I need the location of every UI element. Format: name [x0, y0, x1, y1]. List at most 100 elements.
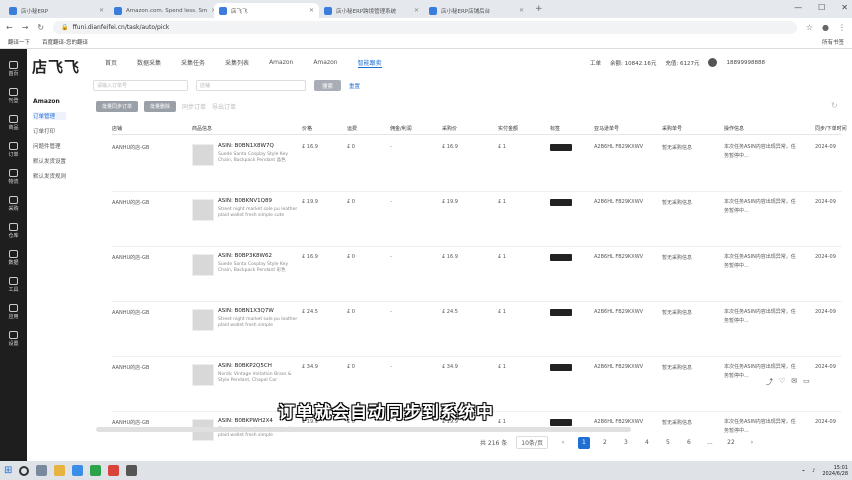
back-icon[interactable]: ← — [6, 23, 13, 32]
top-nav-item[interactable]: 智能跟卖 — [357, 58, 382, 68]
browser-tab[interactable]: 店小秘ERP店铺后台 ✕ — [424, 3, 529, 18]
asin-text[interactable]: ASIN: B0BKNV1Q89 — [218, 198, 272, 204]
bookmark-item[interactable]: 百度翻译-您的翻译 — [42, 38, 88, 46]
product-image[interactable] — [192, 144, 214, 166]
sidebar-item[interactable]: 应用 — [8, 304, 19, 320]
chrome-icon[interactable] — [108, 465, 120, 476]
share-icon[interactable]: ⤴ — [766, 377, 773, 387]
menu-icon[interactable]: ⋮ — [838, 23, 846, 32]
prev-page-icon[interactable]: ‹ — [557, 437, 569, 449]
tab-close-icon[interactable]: ✕ — [309, 7, 314, 14]
batch-sync-button[interactable]: 批量同步订单 — [96, 101, 139, 112]
forward-icon[interactable]: → — [22, 23, 29, 32]
profile-icon[interactable]: ● — [822, 23, 829, 32]
export-order-link[interactable]: 导出订单 — [212, 102, 236, 111]
amazon-order-id[interactable]: A2B6HL FB29KXWV — [594, 364, 643, 370]
amazon-order-id[interactable]: A2B6HL FB29KXWV — [594, 419, 643, 425]
maximize-icon[interactable]: ☐ — [818, 3, 825, 12]
browser-tab[interactable]: 店小秘ERP跨境管理系统 ✕ — [319, 3, 424, 18]
sidebar-item[interactable]: 物流 — [8, 169, 19, 185]
subnav-item-ship-rule[interactable]: 默认发货规则 — [33, 172, 66, 180]
asin-text[interactable]: ASIN: B0BN1X8W7Q — [218, 143, 274, 149]
network-icon[interactable]: ⌁ — [802, 468, 805, 474]
user-phone[interactable]: 18899998888 — [726, 60, 765, 66]
sidebar-item[interactable]: 仓库 — [8, 223, 19, 239]
browser-tab[interactable]: 店飞飞 ✕ — [214, 3, 319, 18]
close-icon[interactable]: ✕ — [841, 3, 848, 12]
subnav-item-order-manage[interactable]: 订单管理 — [33, 112, 67, 120]
product-image[interactable] — [192, 309, 214, 331]
sidebar-item[interactable]: 商品 — [8, 115, 19, 131]
top-nav-item[interactable]: 采集列表 — [225, 58, 249, 67]
bookmark-item[interactable]: 翻译一下 — [8, 38, 30, 46]
sidebar-item[interactable]: 工具 — [8, 277, 19, 293]
reload-icon[interactable]: ↻ — [37, 23, 44, 32]
horizontal-scrollbar[interactable] — [96, 427, 631, 432]
page-number[interactable]: 4 — [641, 437, 653, 449]
page-number[interactable]: 22 — [725, 437, 737, 449]
search-button[interactable]: 搜索 — [314, 80, 342, 91]
task-view-icon[interactable] — [36, 465, 48, 476]
bookmark-icon[interactable]: ♡ — [779, 377, 785, 387]
asin-text[interactable]: ASIN: B0BP3K8W62 — [218, 253, 272, 259]
star-icon[interactable]: ☆ — [806, 23, 813, 32]
page-number[interactable]: ... — [704, 437, 716, 449]
asin-text[interactable]: ASIN: B0BKP2Q5CH — [218, 363, 272, 369]
order-search-input[interactable]: 请输入订单号 — [93, 80, 188, 91]
amazon-order-id[interactable]: A2B6HL FB29KXWV — [594, 199, 643, 205]
asin-text[interactable]: ASIN: B0BKPWH2X4 — [218, 418, 273, 424]
top-nav-item[interactable]: 采集任务 — [181, 58, 205, 67]
app-icon[interactable] — [126, 465, 138, 476]
tab-close-icon[interactable]: ✕ — [414, 7, 419, 14]
amazon-order-id[interactable]: A2B6HL FB29KXWV — [594, 144, 643, 150]
refresh-icon[interactable]: ↻ — [831, 101, 838, 110]
top-nav-item[interactable]: 首页 — [105, 58, 117, 67]
sync-order-link[interactable]: 同步订单 — [182, 102, 206, 111]
all-bookmarks[interactable]: 所有书签 — [822, 38, 844, 46]
reset-button[interactable]: 重置 — [349, 82, 360, 90]
sidebar-item[interactable]: 首页 — [8, 61, 19, 77]
url-field[interactable]: 🔒 ffuni.dianfeifei.cn/task/auto/pick — [53, 20, 797, 34]
product-image[interactable] — [192, 199, 214, 221]
top-nav-item[interactable]: Amazon — [269, 59, 293, 66]
page-number[interactable]: 1 — [577, 436, 590, 449]
search-icon[interactable] — [19, 465, 30, 476]
page-number[interactable]: 6 — [683, 437, 695, 449]
browser-tab[interactable]: 店小秘ERP ✕ — [4, 3, 109, 18]
page-number[interactable]: 5 — [662, 437, 674, 449]
top-nav-item[interactable]: Amazon — [313, 59, 337, 66]
sidebar-item[interactable]: 采购 — [8, 196, 19, 212]
volume-icon[interactable]: ♪ — [812, 468, 815, 474]
page-size-select[interactable]: 10条/页 — [516, 436, 548, 449]
subnav-item-order-print[interactable]: 订单打印 — [33, 127, 66, 135]
sidebar-item[interactable]: 订单 — [8, 142, 19, 158]
browser-tab[interactable]: Amazon.com. Spend less. Sm ✕ — [109, 3, 214, 18]
page-number[interactable]: 2 — [599, 437, 611, 449]
folder-icon[interactable] — [54, 465, 66, 476]
new-tab-button[interactable]: + — [529, 4, 549, 14]
comment-icon[interactable]: ✉ — [791, 377, 797, 387]
sidebar-item[interactable]: 设置 — [8, 331, 19, 347]
avatar[interactable] — [708, 58, 718, 67]
page-number[interactable]: 3 — [620, 437, 632, 449]
next-page-icon[interactable]: › — [746, 437, 758, 449]
subnav-item-ship-setting[interactable]: 默认发货设置 — [33, 157, 66, 165]
asin-text[interactable]: ASIN: B0BN1X3Q7W — [218, 308, 274, 314]
tab-close-icon[interactable]: ✕ — [99, 7, 104, 14]
minimize-panel-icon[interactable]: ▭ — [803, 377, 810, 387]
edge-icon[interactable] — [72, 465, 84, 476]
tab-close-icon[interactable]: ✕ — [519, 7, 524, 14]
product-image[interactable] — [192, 364, 214, 386]
ticket-link[interactable]: 工单 — [590, 59, 601, 67]
amazon-order-id[interactable]: A2B6HL FB29KXWV — [594, 309, 643, 315]
batch-delete-button[interactable]: 批量删除 — [144, 101, 177, 112]
wechat-icon[interactable] — [90, 465, 102, 476]
amazon-order-id[interactable]: A2B6HL FB29KXWV — [594, 254, 643, 260]
sidebar-item[interactable]: 数据 — [8, 250, 19, 266]
product-image[interactable] — [192, 254, 214, 276]
sidebar-item[interactable]: 刊登 — [8, 88, 19, 104]
subnav-item-issue[interactable]: 问题件管理 — [33, 142, 66, 150]
clock[interactable]: 15:01 2024/6/28 — [822, 465, 848, 477]
minimize-icon[interactable]: — — [794, 3, 802, 12]
app-logo[interactable]: 店飞飞 — [32, 56, 80, 77]
